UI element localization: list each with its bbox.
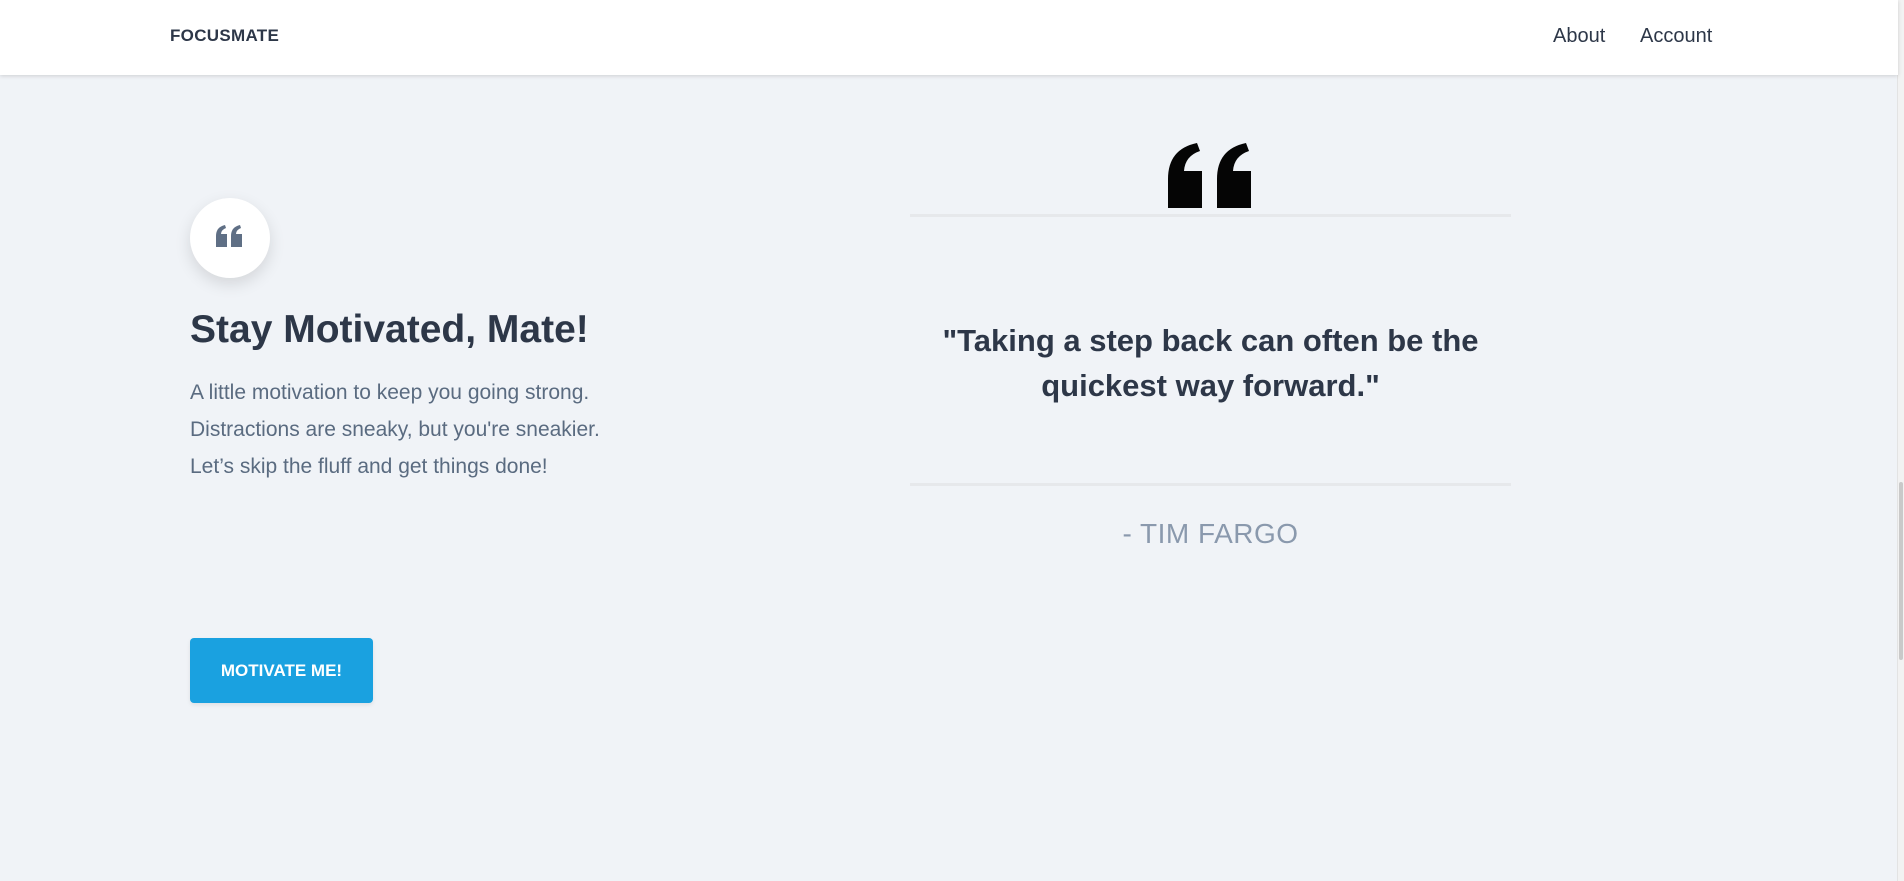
vertical-scrollbar[interactable]: [1897, 0, 1904, 881]
hero-description-line: A little motivation to keep you going st…: [190, 381, 590, 404]
hero-description-line: Let’s skip the fluff and get things done…: [190, 455, 548, 478]
hero-description: A little motivation to keep you going st…: [190, 374, 710, 485]
hero-description-line: Distractions are sneaky, but you're snea…: [190, 418, 600, 441]
quote-divider-top: [910, 214, 1511, 217]
quote-text: "Taking a step back can often be the qui…: [942, 323, 1479, 403]
motivate-me-button[interactable]: MOTIVATE ME!: [190, 638, 373, 703]
nav-link-account[interactable]: Account: [1640, 25, 1712, 48]
large-quote-icon: [1168, 143, 1252, 213]
brand-logo[interactable]: FOCUSMATE: [170, 26, 279, 46]
page: FOCUSMATE About Account Stay Motivated, …: [0, 0, 1904, 881]
top-navbar: FOCUSMATE About Account: [0, 0, 1898, 75]
quote-icon-badge: [190, 198, 270, 278]
scrollbar-thumb[interactable]: [1899, 482, 1903, 660]
nav-link-about[interactable]: About: [1553, 25, 1605, 48]
hero-title: Stay Motivated, Mate!: [190, 308, 589, 351]
quote-icon: [216, 224, 244, 252]
quote-divider-bottom: [910, 483, 1511, 486]
quote-author: - TIM FARGO: [1122, 518, 1299, 549]
